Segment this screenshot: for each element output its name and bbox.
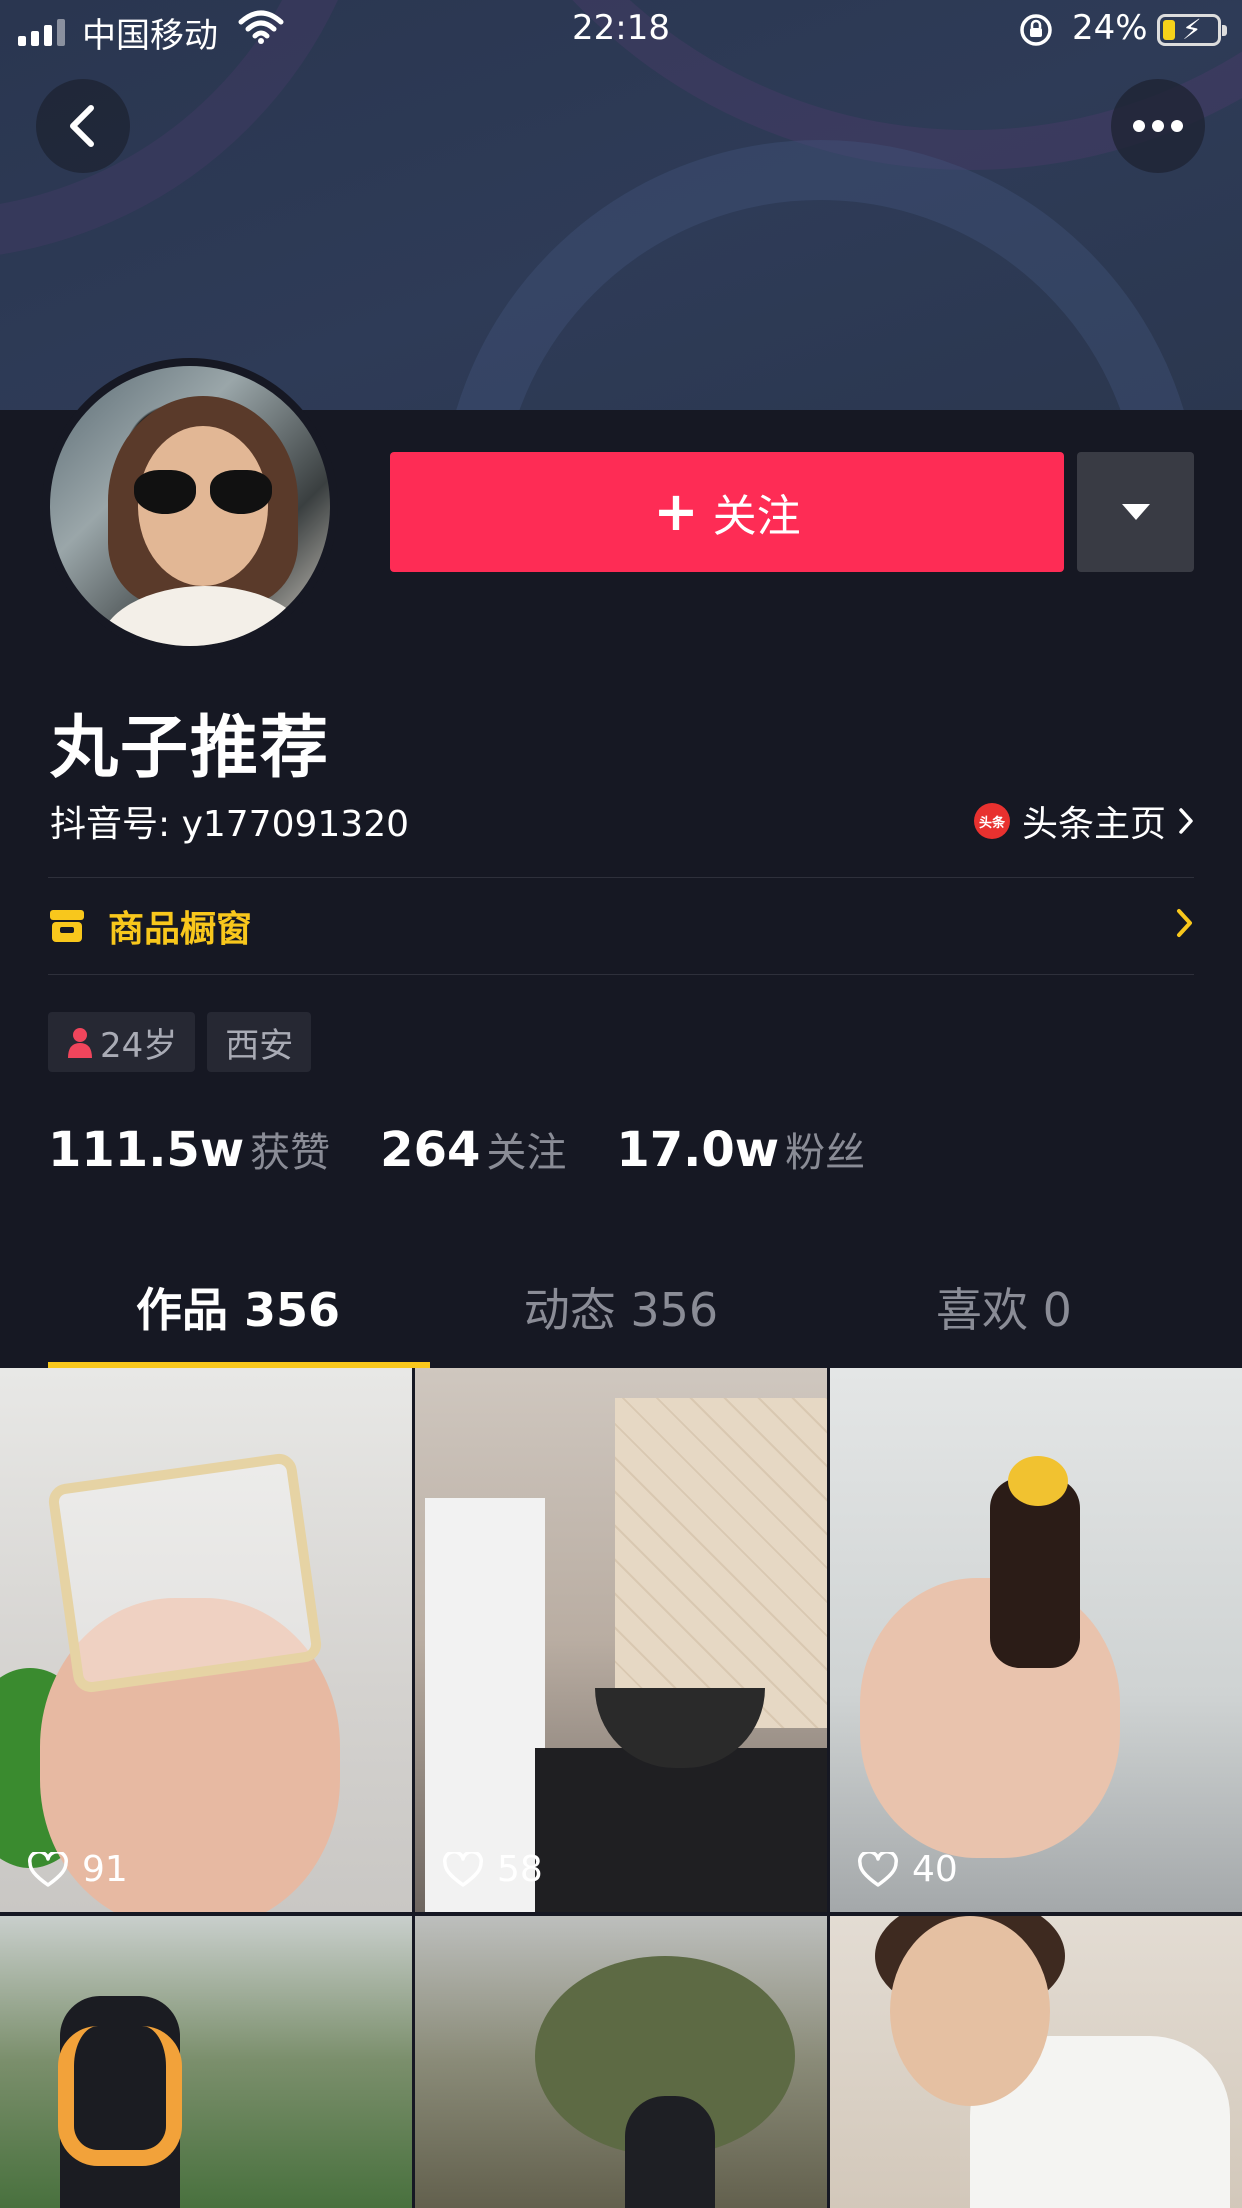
status-time: 22:18 bbox=[572, 8, 670, 48]
caret-down-icon bbox=[1121, 504, 1150, 520]
like-count-value: 58 bbox=[497, 1849, 543, 1890]
following-count[interactable]: 264 bbox=[380, 1122, 480, 1178]
shop-label: 商品橱窗 bbox=[108, 909, 253, 950]
video-like-count: 40 bbox=[858, 1849, 958, 1890]
tab-works[interactable]: 作品 356 bbox=[48, 1260, 428, 1370]
video-thumbnail[interactable] bbox=[0, 1916, 412, 2208]
video-thumbnail[interactable]: 58 bbox=[415, 1368, 827, 1912]
video-thumbnail[interactable] bbox=[415, 1916, 827, 2208]
age-tag: 24岁 bbox=[48, 1012, 196, 1072]
more-dots-icon bbox=[1133, 120, 1183, 132]
profile-nickname: 丸子推荐 bbox=[50, 709, 331, 788]
video-thumbnail[interactable]: 91 bbox=[0, 1368, 412, 1912]
video-like-count: 91 bbox=[28, 1849, 128, 1890]
likes-count: 111.5w bbox=[48, 1122, 245, 1178]
chevron-left-icon bbox=[70, 105, 94, 147]
heart-outline-icon bbox=[443, 1851, 483, 1887]
following-label[interactable]: 关注 bbox=[486, 1120, 566, 1178]
more-options-button[interactable] bbox=[1111, 79, 1205, 173]
profile-tabs: 作品 356 动态 356 喜欢 0 bbox=[0, 1260, 1242, 1370]
female-icon bbox=[68, 1028, 92, 1058]
shop-icon bbox=[50, 910, 84, 942]
video-grid: 91 58 40 bbox=[0, 1368, 1242, 2208]
like-count-value: 40 bbox=[912, 1849, 958, 1890]
follow-button[interactable]: + 关注 bbox=[390, 452, 1064, 572]
chevron-right-icon bbox=[1177, 909, 1192, 937]
profile-stats: 111.5w 获赞 264 关注 17.0w 粉丝 bbox=[48, 1120, 915, 1178]
back-button[interactable] bbox=[36, 79, 130, 173]
follow-label: 关注 bbox=[712, 491, 801, 542]
location-label: 西安 bbox=[225, 1025, 294, 1066]
like-count-value: 91 bbox=[82, 1849, 128, 1890]
location-tag: 西安 bbox=[207, 1012, 312, 1072]
plus-icon: + bbox=[653, 480, 699, 543]
video-like-count: 58 bbox=[443, 1849, 543, 1890]
divider bbox=[48, 974, 1194, 975]
toutiao-label: 头条主页 bbox=[1021, 804, 1166, 845]
recommend-dropdown-button[interactable] bbox=[1077, 452, 1194, 572]
video-thumbnail[interactable] bbox=[830, 1916, 1242, 2208]
battery-charging-icon: ⚡ bbox=[1157, 13, 1227, 46]
tab-moments[interactable]: 动态 356 bbox=[431, 1260, 811, 1370]
profile-cover-banner bbox=[0, 0, 1242, 410]
heart-outline-icon bbox=[858, 1851, 898, 1887]
profile-tags: 24岁 西安 bbox=[48, 1012, 312, 1072]
heart-outline-icon bbox=[28, 1851, 68, 1887]
chevron-right-icon bbox=[1179, 808, 1193, 834]
profile-avatar[interactable] bbox=[42, 358, 338, 654]
toutiao-homepage-link[interactable]: 头条 头条主页 bbox=[973, 795, 1194, 847]
followers-count[interactable]: 17.0w bbox=[616, 1122, 779, 1178]
douyin-id: 抖音号: y177091320 bbox=[50, 804, 410, 845]
battery-percent: 24% bbox=[1072, 8, 1148, 48]
likes-label: 获赞 bbox=[250, 1130, 331, 1176]
status-bar: 中国移动 22:18 24% ⚡ bbox=[0, 0, 1242, 60]
toutiao-logo-icon: 头条 bbox=[973, 803, 1010, 839]
product-showcase-row[interactable]: 商品橱窗 bbox=[48, 878, 1194, 974]
video-thumbnail[interactable]: 40 bbox=[830, 1368, 1242, 1912]
tab-likes[interactable]: 喜欢 0 bbox=[814, 1260, 1194, 1370]
age-label: 24岁 bbox=[100, 1025, 178, 1066]
followers-label[interactable]: 粉丝 bbox=[785, 1120, 865, 1178]
rotation-lock-icon bbox=[1018, 12, 1054, 57]
